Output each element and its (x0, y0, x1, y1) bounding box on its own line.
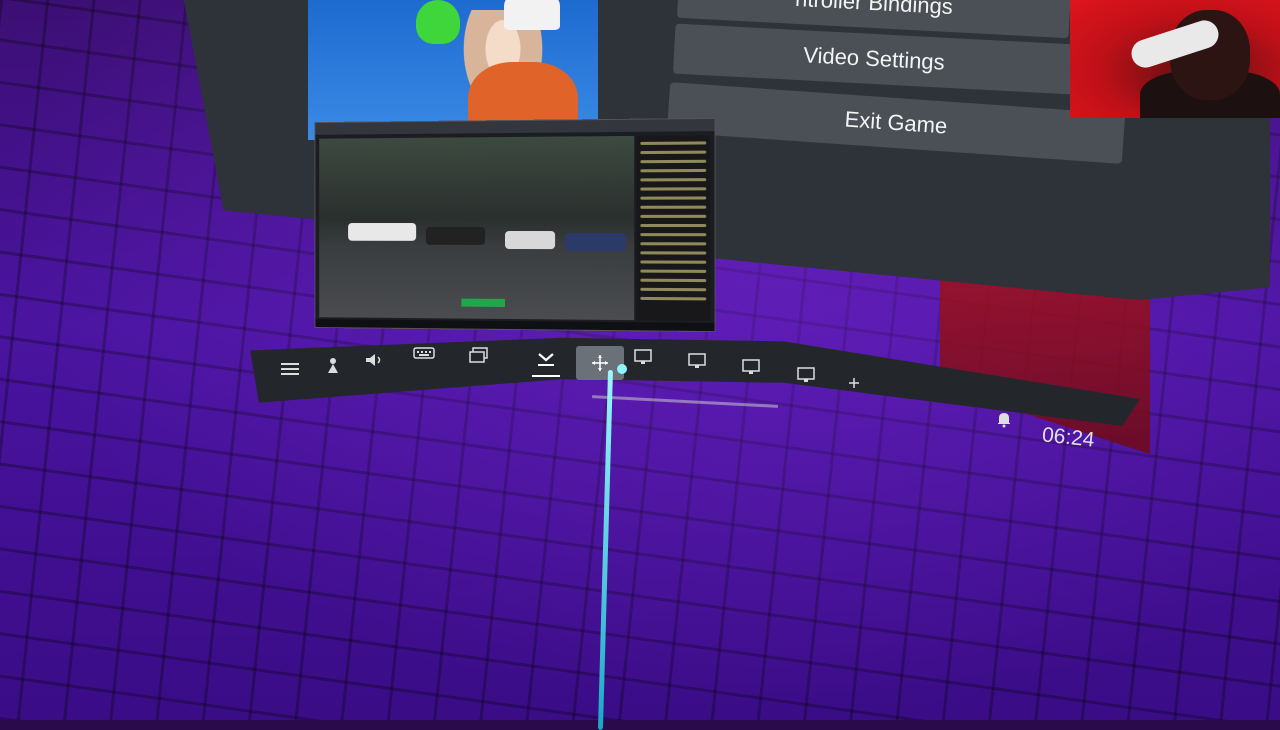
police-car (348, 223, 416, 241)
person-icon[interactable] (315, 350, 351, 380)
live-tag (461, 299, 505, 307)
monitor-icon[interactable] (733, 352, 769, 382)
windows-icon[interactable] (461, 340, 497, 370)
hamburger-menu-icon[interactable] (272, 354, 308, 384)
monitor-icon[interactable] (625, 342, 661, 372)
car (505, 231, 555, 249)
monitor-icon[interactable] (788, 360, 824, 390)
chat-panel (636, 135, 710, 321)
monitor-icon[interactable] (679, 346, 715, 376)
bell-icon[interactable] (986, 404, 1022, 434)
desktop-overlay-window[interactable] (314, 118, 715, 332)
webcam-overlay (1070, 0, 1280, 118)
laser-cursor (617, 364, 627, 374)
move-icon[interactable] (576, 346, 624, 380)
keyboard-icon[interactable] (406, 338, 442, 368)
vtuber-hat (504, 0, 560, 30)
add-icon[interactable] (836, 368, 872, 398)
car (426, 227, 485, 245)
window-titlebar[interactable] (315, 119, 714, 135)
car (565, 233, 626, 251)
stream-video (319, 136, 634, 320)
download-icon[interactable] (528, 344, 564, 374)
volume-icon[interactable] (356, 345, 392, 375)
